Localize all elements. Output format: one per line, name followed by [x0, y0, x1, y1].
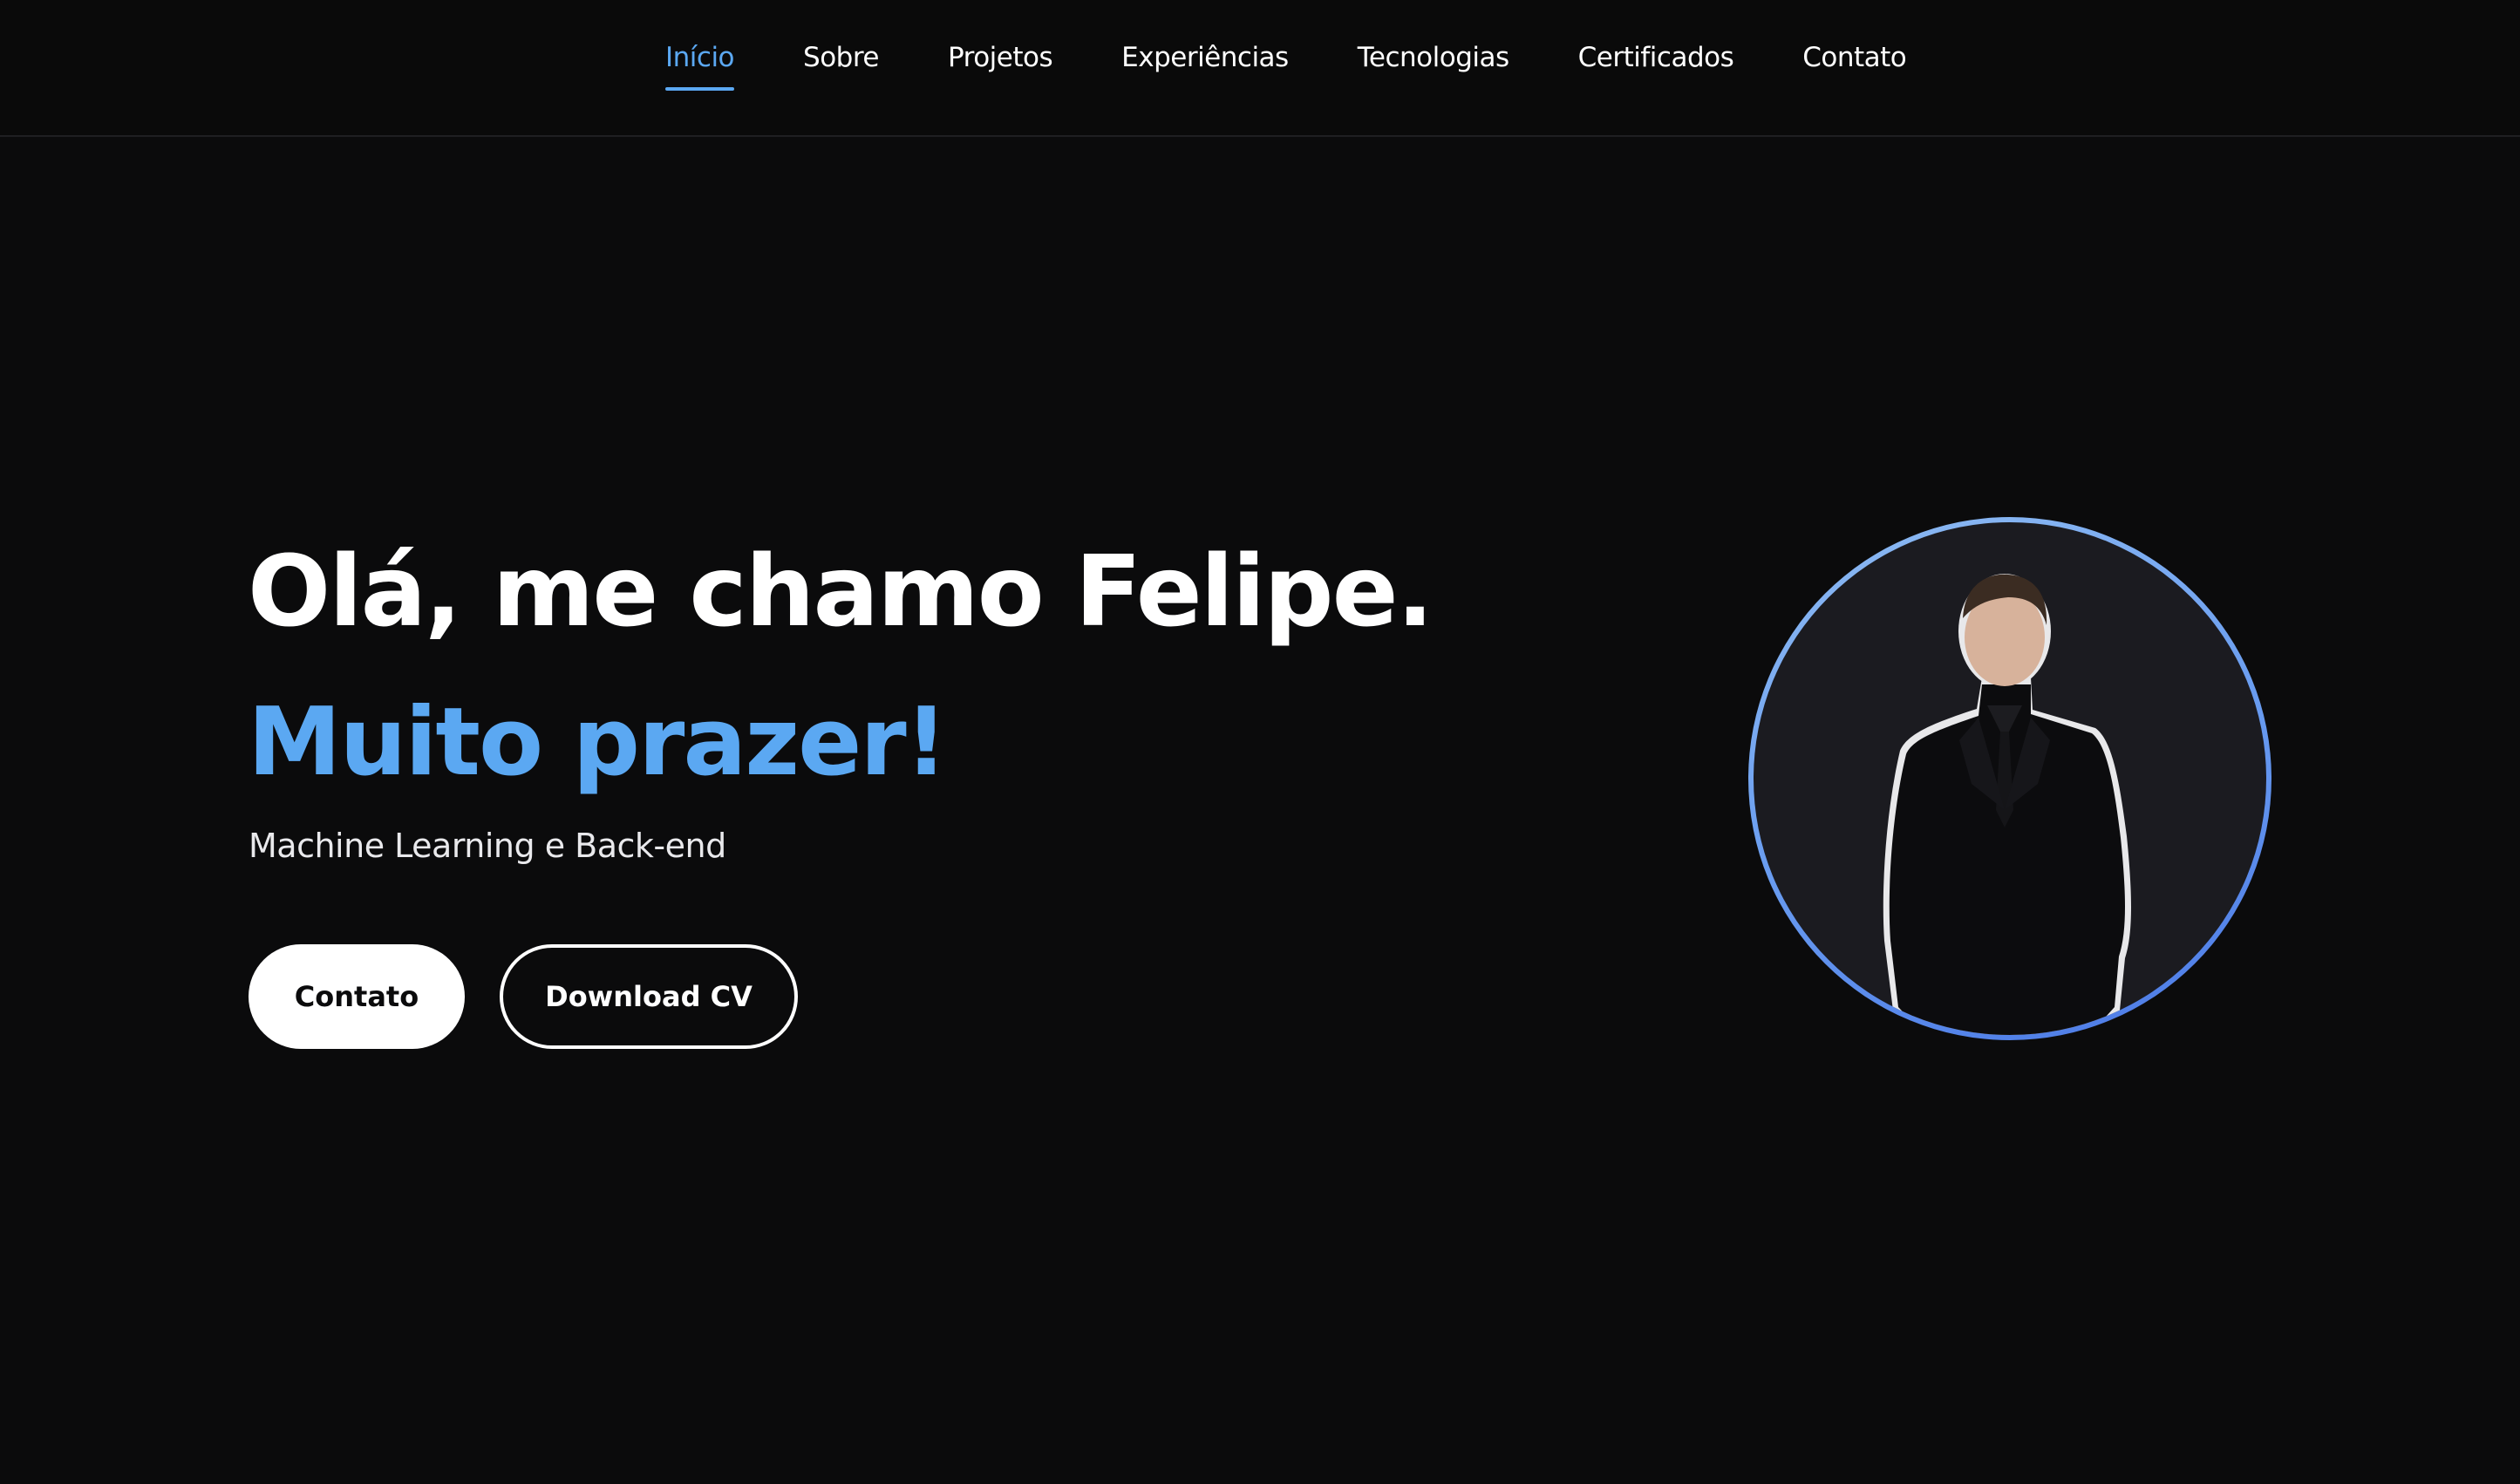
top-navbar: Início Sobre Projetos Experiências Tecno…: [0, 0, 2520, 137]
nav-item-inicio[interactable]: Início: [665, 40, 735, 92]
page: Início Sobre Projetos Experiências Tecno…: [0, 0, 2520, 1484]
nav-item-tecnologias[interactable]: Tecnologias: [1358, 40, 1509, 91]
hero-subtitle: Muito prazer!: [248, 688, 948, 797]
nav-item-contato[interactable]: Contato: [1802, 40, 1907, 91]
download-cv-button[interactable]: Download CV: [500, 944, 798, 1049]
nav-menu: Início Sobre Projetos Experiências Tecno…: [665, 40, 1907, 92]
nav-item-sobre[interactable]: Sobre: [803, 40, 879, 91]
hero-title: Olá, me chamo Felipe.: [248, 535, 1434, 649]
nav-item-projetos[interactable]: Projetos: [948, 40, 1053, 91]
profile-photo-frame: [1748, 517, 2271, 1040]
hero-role-text: Machine Learning e Back-end: [249, 827, 726, 865]
contact-button[interactable]: Contato: [249, 944, 465, 1049]
profile-photo: [1754, 522, 2266, 1035]
nav-item-certificados[interactable]: Certificados: [1578, 40, 1734, 91]
nav-item-experiencias[interactable]: Experiências: [1121, 40, 1289, 91]
person-silhouette-icon: [1883, 574, 2131, 1035]
